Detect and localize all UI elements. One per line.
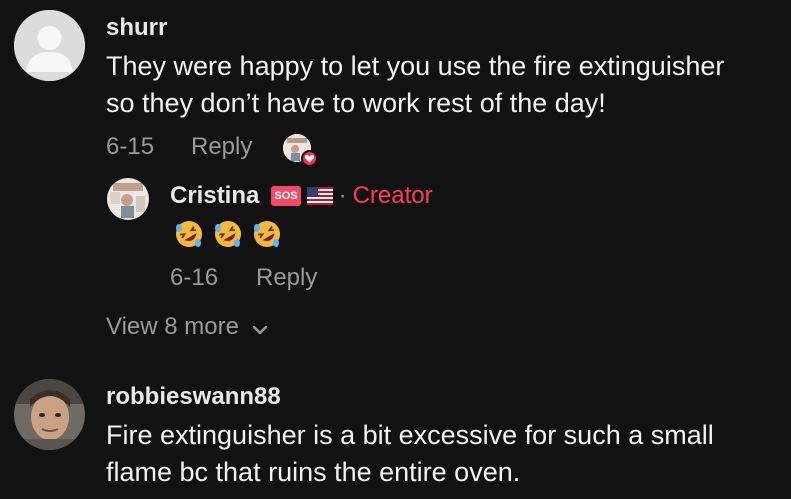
creator-label: Creator (352, 182, 433, 209)
creator-photo-icon (107, 178, 149, 220)
chevron-down-icon (252, 325, 268, 334)
sos-badge: SOS (271, 186, 301, 206)
us-flag-icon (306, 187, 333, 205)
comment-text-line: Fire extinguisher is a bit excessive for… (106, 420, 714, 450)
comment-text: They were happy to let you use the fire … (106, 48, 724, 122)
comment-text-line: flame bc that ruins the entire oven. (106, 457, 521, 487)
reply-username[interactable]: Cristina (170, 182, 259, 210)
comment-text: Fire extinguisher is a bit excessive for… (106, 417, 714, 491)
rolling-laughing-emoji-icon (176, 221, 202, 247)
reply-button[interactable]: Reply (191, 133, 252, 161)
default-avatar-icon (14, 10, 85, 81)
comment-text-line: so they don’t have to work rest of the d… (106, 88, 606, 118)
heart-badge-icon (301, 150, 318, 167)
rolling-laughing-emoji-icon (254, 221, 280, 247)
rolling-laughing-emoji-icon (215, 221, 241, 247)
avatar[interactable] (14, 10, 85, 81)
creator-liked-indicator (283, 134, 319, 168)
reply-date: 6-16 (170, 264, 219, 291)
separator-dot: · (338, 182, 347, 209)
reply-header: Cristina SOS · Creator (170, 182, 433, 210)
avatar[interactable] (107, 178, 149, 220)
reply-emojis (174, 219, 282, 249)
comment-date: 6-15 (106, 133, 155, 160)
comment-username[interactable]: robbieswann88 (106, 383, 281, 411)
comment-text-line: They were happy to let you use the fire … (106, 51, 725, 81)
view-more-label: View 8 more (106, 313, 239, 340)
reply-button[interactable]: Reply (256, 264, 317, 292)
avatar[interactable] (14, 379, 85, 450)
user-photo-icon (14, 379, 85, 450)
comment-username[interactable]: shurr (106, 14, 167, 42)
view-more-button[interactable]: View 8 more (106, 313, 269, 341)
